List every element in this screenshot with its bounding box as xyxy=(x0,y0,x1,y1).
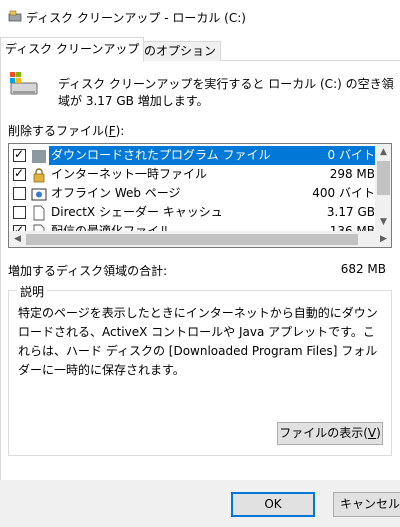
file-name: ダウンロードされたプログラム ファイル xyxy=(49,146,274,165)
vertical-scrollbar[interactable]: ▲ ▼ xyxy=(375,144,391,231)
intro-text: ディスク クリーンアップを実行すると ローカル (C:) の空き領域が 3.17… xyxy=(58,77,394,108)
file-row[interactable]: DirectX シェーダー キャッシュ 3.17 GB xyxy=(9,203,375,222)
file-row[interactable]: ✓ ダウンロードされたプログラム ファイル 0 バイト xyxy=(9,146,375,165)
tab-disk-cleanup[interactable]: ディスク クリーンアップ xyxy=(0,37,145,62)
file-name: オフライン Web ページ xyxy=(51,186,181,200)
file-size: 400 バイト xyxy=(312,186,375,200)
file-checkbox[interactable] xyxy=(13,187,26,200)
file-size: 298 MB xyxy=(329,167,375,181)
offline-page-icon xyxy=(31,188,47,200)
files-to-delete-label: 削除するファイル(F): xyxy=(8,124,125,138)
horizontal-scrollbar[interactable]: ◀ ▶ xyxy=(9,231,391,247)
file-list-rows: ✓ ダウンロードされたプログラム ファイル 0 バイト ✓ インターネット一時フ… xyxy=(9,144,375,231)
window-title: ディスク クリーンアップ - ローカル (C:) xyxy=(26,11,246,25)
file-name: インターネット一時ファイル xyxy=(51,167,208,181)
view-files-button[interactable]: ファイルの表示(V) xyxy=(277,422,383,445)
total-space-label: 増加するディスク領域の合計: xyxy=(8,264,168,278)
folder-icon xyxy=(32,149,46,163)
dialog-footer: OK キャンセル xyxy=(0,480,400,527)
file-size: 3.17 GB xyxy=(326,205,375,219)
file-name: DirectX シェーダー キャッシュ xyxy=(51,205,223,219)
blank-file-icon xyxy=(33,205,45,220)
file-size: 136 MB xyxy=(329,224,375,231)
horizontal-scroll-thumb[interactable] xyxy=(26,234,358,245)
ok-button[interactable]: OK xyxy=(231,492,315,517)
file-checkbox[interactable]: ✓ xyxy=(13,166,26,181)
file-checkbox[interactable] xyxy=(13,206,26,219)
file-checkbox[interactable]: ✓ xyxy=(13,147,26,162)
tab-strip: ディスク クリーンアップ その他のオプション xyxy=(0,37,400,62)
scroll-down-arrow-icon[interactable]: ▼ xyxy=(375,214,391,231)
scroll-up-arrow-icon[interactable]: ▲ xyxy=(375,144,391,161)
blank-file-icon xyxy=(33,224,45,231)
disk-cleanup-icon xyxy=(8,10,22,22)
file-name: 配信の最適化ファイル xyxy=(51,224,172,231)
file-size: 0 バイト xyxy=(274,146,375,165)
file-list[interactable]: ✓ ダウンロードされたプログラム ファイル 0 バイト ✓ インターネット一時フ… xyxy=(8,143,392,248)
file-row[interactable]: ✓ 配信の最適化ファイル 136 MB xyxy=(9,222,375,231)
title-bar[interactable]: ディスク クリーンアップ - ローカル (C:) xyxy=(0,0,400,33)
description-text: 特定のページを表示したときにインターネットから自動的にダウンロードされる、Act… xyxy=(18,306,378,377)
total-space-value: 682 MB xyxy=(340,262,386,276)
scroll-left-arrow-icon[interactable]: ◀ xyxy=(9,231,26,247)
vertical-scroll-thumb[interactable] xyxy=(377,161,390,195)
check-mark-icon: ✓ xyxy=(14,166,25,180)
check-mark-icon: ✓ xyxy=(14,223,25,231)
description-title: 説明 xyxy=(17,283,48,300)
drive-icon xyxy=(10,72,38,95)
scroll-right-arrow-icon[interactable]: ▶ xyxy=(375,231,391,247)
lock-icon xyxy=(33,167,45,182)
file-row[interactable]: オフライン Web ページ 400 バイト xyxy=(9,184,375,203)
cancel-button[interactable]: キャンセル xyxy=(333,492,400,517)
check-mark-icon: ✓ xyxy=(14,147,25,161)
file-row[interactable]: ✓ インターネット一時ファイル 298 MB xyxy=(9,165,375,184)
